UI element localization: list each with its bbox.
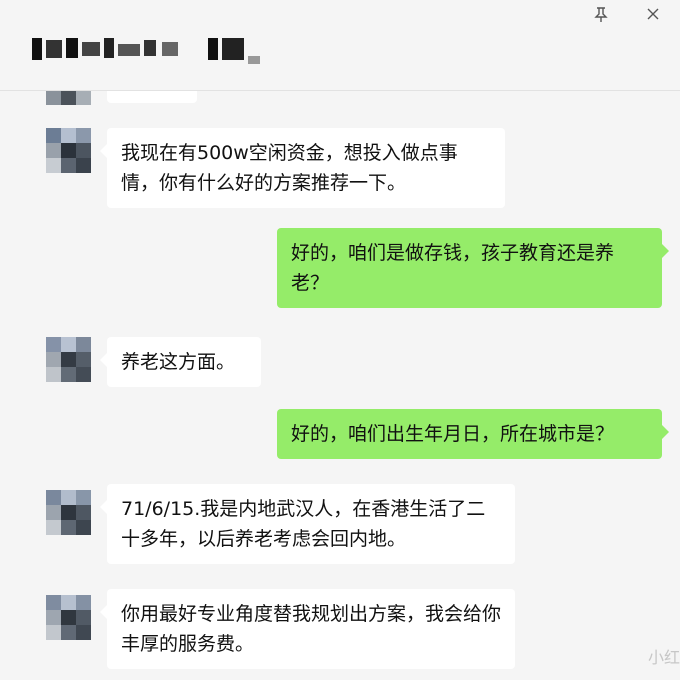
message-bubble-incoming[interactable]: 我现在有500w空闲资金，想投入做点事情，你有什么好的方案推荐一下。 xyxy=(100,128,505,208)
message-bubble-outgoing[interactable]: 好的，咱们出生年月日，所在城市是？ xyxy=(277,409,669,459)
message-text: 你用最好专业角度替我规划出方案，我会给你丰厚的服务费。 xyxy=(121,603,502,655)
avatar[interactable] xyxy=(46,128,91,173)
message-bubble-outgoing[interactable]: 好的，咱们是做存钱，孩子教育还是养老？ xyxy=(277,228,669,308)
message-bubble-partial xyxy=(107,91,197,103)
avatar[interactable] xyxy=(46,490,91,535)
message-bubble-incoming[interactable]: 71/6/15.我是内地武汉人，在香港生活了二十多年，以后养老考虑会回内地。 xyxy=(100,484,515,564)
watermark: 小红 xyxy=(647,648,680,667)
message-bubble-incoming[interactable]: 你用最好专业角度替我规划出方案，我会给你丰厚的服务费。 xyxy=(100,589,515,669)
message-text: 我现在有500w空闲资金，想投入做点事情，你有什么好的方案推荐一下。 xyxy=(121,142,458,194)
message-text: 71/6/15.我是内地武汉人，在香港生活了二十多年，以后养老考虑会回内地。 xyxy=(121,498,486,550)
chat-area[interactable]: 我现在有500w空闲资金，想投入做点事情，你有什么好的方案推荐一下。 好的，咱们… xyxy=(0,91,680,680)
message-text: 养老这方面。 xyxy=(121,351,236,373)
message-text: 好的，咱们是做存钱，孩子教育还是养老？ xyxy=(291,242,615,294)
close-icon[interactable] xyxy=(645,7,661,23)
message-text: 好的，咱们出生年月日，所在城市是？ xyxy=(291,423,615,445)
avatar[interactable] xyxy=(46,337,91,382)
avatar[interactable] xyxy=(46,595,91,640)
avatar[interactable] xyxy=(46,91,91,105)
contact-name-obscured xyxy=(32,34,262,64)
message-bubble-incoming[interactable]: 养老这方面。 xyxy=(100,337,261,387)
chat-header xyxy=(0,0,680,91)
pin-icon[interactable] xyxy=(593,7,609,23)
